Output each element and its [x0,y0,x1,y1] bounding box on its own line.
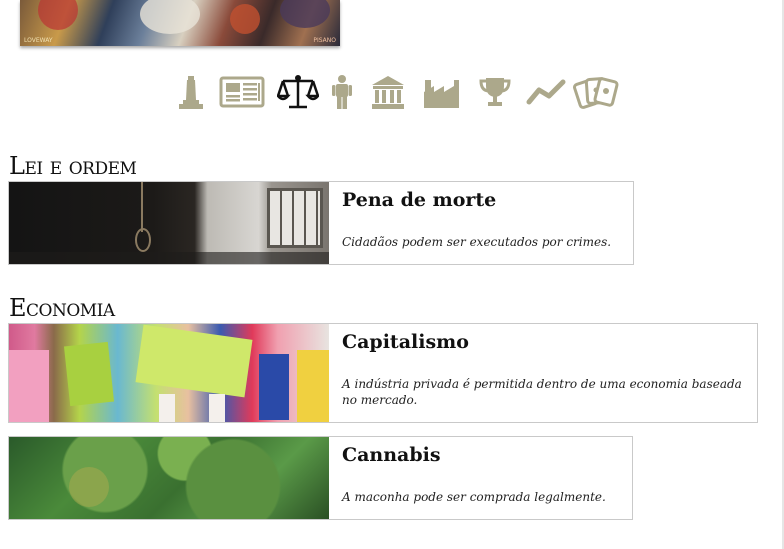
person-icon[interactable] [331,74,353,110]
death-penalty-image [9,182,329,264]
card-description: Cidadãos podem ser executados por crimes… [342,235,612,249]
card-title: Capitalismo [342,331,469,353]
banner-caption-right: PISANO [313,37,336,44]
monument-icon[interactable] [176,74,206,110]
cannabis-image [9,437,329,519]
scales-of-justice-icon[interactable] [277,74,319,110]
trophy-icon[interactable] [478,74,512,110]
trend-line-icon[interactable] [525,74,567,110]
newspaper-icon[interactable] [219,74,265,110]
factory-icon[interactable] [422,74,460,110]
card-description: A maconha pode ser comprada legalmente. [342,490,606,504]
section-title-economy: Economia [9,294,115,322]
capitalism-image [9,324,329,422]
section-title-law-and-order: Lei e ordem [9,152,137,180]
playing-cards-icon[interactable] [573,74,619,110]
banner-caption-left: LOVEWAY [24,37,53,44]
policy-card-death-penalty[interactable]: Pena de morte Cidadãos podem ser executa… [8,181,634,265]
policy-card-capitalism[interactable]: Capitalismo A indústria privada é permit… [8,323,758,423]
government-building-icon[interactable] [370,74,406,110]
card-title: Pena de morte [342,189,497,211]
policy-card-cannabis[interactable]: Cannabis A maconha pode ser comprada leg… [8,436,633,520]
card-title: Cannabis [342,444,441,466]
header-banner-image: LOVEWAY PISANO [20,0,340,46]
card-description: A indústria privada é permitida dentro d… [342,377,742,407]
